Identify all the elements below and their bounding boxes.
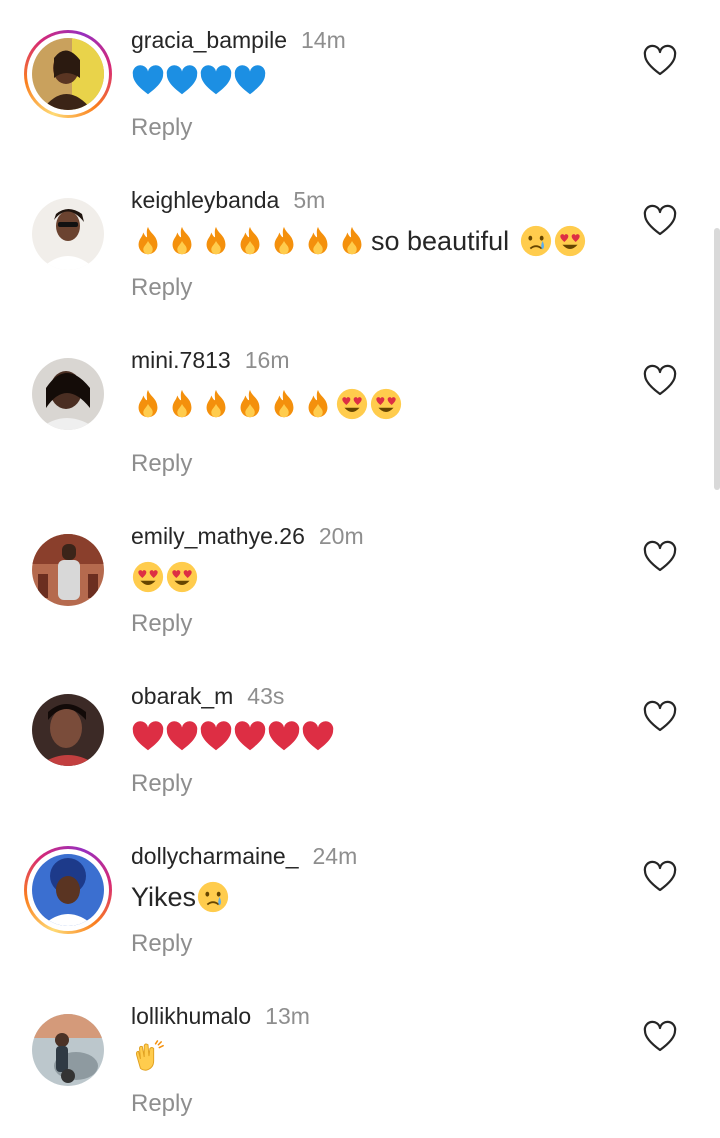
reply-button[interactable]: Reply bbox=[131, 1090, 192, 1118]
reply-button[interactable]: Reply bbox=[131, 114, 192, 142]
heart-eyes-emoji bbox=[553, 224, 587, 258]
heart-eyes-emoji bbox=[335, 387, 369, 421]
avatar[interactable] bbox=[24, 686, 112, 774]
comment-time: 24m bbox=[312, 843, 358, 869]
reply-button[interactable]: Reply bbox=[131, 610, 192, 638]
avatar[interactable] bbox=[24, 190, 112, 278]
heart-eyes-emoji bbox=[369, 387, 403, 421]
comment-item: mini.7813 16m Reply bbox=[0, 320, 720, 480]
comment-username[interactable]: keighleybanda 5m bbox=[131, 187, 325, 214]
comment-username[interactable]: emily_mathye.26 20m bbox=[131, 523, 364, 550]
fire-emoji bbox=[335, 224, 369, 258]
blue-heart-emoji bbox=[165, 64, 199, 98]
username-text[interactable]: keighleybanda bbox=[131, 187, 279, 213]
fire-emoji bbox=[199, 224, 233, 258]
comment-text bbox=[131, 387, 403, 421]
comment-time: 43s bbox=[247, 683, 285, 709]
comment-username[interactable]: lollikhumalo 13m bbox=[131, 1003, 310, 1030]
reply-button[interactable]: Reply bbox=[131, 930, 192, 958]
fire-emoji bbox=[165, 387, 199, 421]
fire-emoji bbox=[301, 224, 335, 258]
avatar[interactable] bbox=[24, 526, 112, 614]
blue-heart-emoji bbox=[199, 64, 233, 98]
comment-time: 13m bbox=[265, 1003, 310, 1029]
heart-outline-icon[interactable] bbox=[642, 539, 678, 575]
comment-username[interactable]: obarak_m 43s bbox=[131, 683, 284, 710]
comment-time: 5m bbox=[293, 187, 326, 213]
heart-outline-icon[interactable] bbox=[642, 859, 678, 895]
username-text[interactable]: obarak_m bbox=[131, 683, 233, 709]
clapping-hands-emoji bbox=[131, 1040, 165, 1074]
comment-text: Yikes bbox=[131, 880, 230, 914]
comment-time: 20m bbox=[318, 523, 364, 549]
comment-item: lollikhumalo 13m Reply bbox=[0, 976, 720, 1136]
red-heart-emoji bbox=[199, 720, 233, 754]
comment-username[interactable]: dollycharmaine_ 24m bbox=[131, 843, 357, 870]
comment-text bbox=[131, 720, 335, 754]
fire-emoji bbox=[233, 224, 267, 258]
red-heart-emoji bbox=[165, 720, 199, 754]
reply-button[interactable]: Reply bbox=[131, 770, 192, 798]
comment-item: dollycharmaine_ 24m Yikes Reply bbox=[0, 816, 720, 976]
username-text[interactable]: mini.7813 bbox=[131, 347, 231, 373]
avatar[interactable] bbox=[24, 1006, 112, 1094]
fire-emoji bbox=[233, 387, 267, 421]
username-text[interactable]: gracia_bampile bbox=[131, 27, 287, 53]
heart-outline-icon[interactable] bbox=[642, 363, 678, 399]
fire-emoji bbox=[131, 224, 165, 258]
fire-emoji bbox=[199, 387, 233, 421]
crying-face-emoji bbox=[519, 224, 553, 258]
heart-outline-icon[interactable] bbox=[642, 699, 678, 735]
heart-outline-icon[interactable] bbox=[642, 1019, 678, 1055]
heart-outline-icon[interactable] bbox=[642, 43, 678, 79]
reply-button[interactable]: Reply bbox=[131, 450, 192, 478]
fire-emoji bbox=[301, 387, 335, 421]
comment-item: obarak_m 43s Reply bbox=[0, 656, 720, 816]
comment-item: emily_mathye.26 20m Reply bbox=[0, 496, 720, 656]
comment-username[interactable]: gracia_bampile 14m bbox=[131, 27, 346, 54]
crying-face-emoji bbox=[196, 880, 230, 914]
heart-eyes-emoji bbox=[165, 560, 199, 594]
red-heart-emoji bbox=[131, 720, 165, 754]
avatar[interactable] bbox=[24, 30, 112, 118]
fire-emoji bbox=[267, 224, 301, 258]
comment-text bbox=[131, 1040, 165, 1074]
avatar-image bbox=[32, 358, 104, 430]
comment-item: keighleybanda 5m so beautiful Reply bbox=[0, 160, 720, 320]
comment-text-value: Yikes bbox=[131, 881, 197, 912]
heart-outline-icon[interactable] bbox=[642, 203, 678, 239]
fire-emoji bbox=[131, 387, 165, 421]
avatar[interactable] bbox=[24, 846, 112, 934]
username-text[interactable]: dollycharmaine_ bbox=[131, 843, 298, 869]
comment-item: gracia_bampile 14m Reply bbox=[0, 0, 720, 160]
avatar-image bbox=[32, 198, 104, 270]
username-text[interactable]: lollikhumalo bbox=[131, 1003, 251, 1029]
red-heart-emoji bbox=[267, 720, 301, 754]
avatar-image bbox=[32, 1014, 104, 1086]
red-heart-emoji bbox=[301, 720, 335, 754]
avatar-image bbox=[32, 694, 104, 766]
comment-text: so beautiful bbox=[131, 224, 587, 258]
comment-text bbox=[131, 560, 199, 594]
username-text[interactable]: emily_mathye.26 bbox=[131, 523, 305, 549]
red-heart-emoji bbox=[233, 720, 267, 754]
avatar-image bbox=[32, 38, 104, 110]
comment-time: 16m bbox=[244, 347, 290, 373]
fire-emoji bbox=[165, 224, 199, 258]
heart-eyes-emoji bbox=[131, 560, 165, 594]
comment-text-value: so beautiful bbox=[371, 225, 510, 256]
comment-username[interactable]: mini.7813 16m bbox=[131, 347, 289, 374]
comment-time: 14m bbox=[300, 27, 346, 53]
reply-button[interactable]: Reply bbox=[131, 274, 192, 302]
avatar-image bbox=[32, 854, 104, 926]
avatar[interactable] bbox=[24, 350, 112, 438]
fire-emoji bbox=[267, 387, 301, 421]
blue-heart-emoji bbox=[233, 64, 267, 98]
blue-heart-emoji bbox=[131, 64, 165, 98]
avatar-image bbox=[32, 534, 104, 606]
comment-text bbox=[131, 64, 267, 98]
